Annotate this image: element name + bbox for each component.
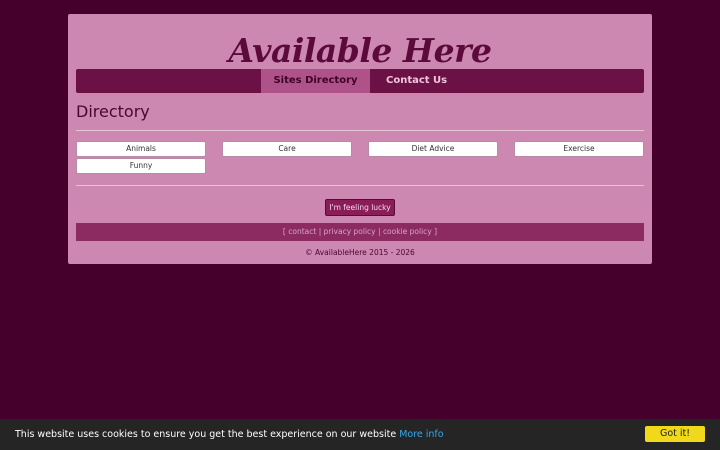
separator: |	[378, 227, 381, 236]
bracket-close: ]	[434, 227, 438, 236]
separator: |	[318, 227, 322, 236]
nav-item-contact-us[interactable]: Contact Us	[370, 69, 460, 93]
footer-link-cookie-policy[interactable]: cookie policy	[383, 227, 432, 236]
copyright: © AvailableHere 2015 - 2026	[305, 248, 415, 257]
cookie-message: This website uses cookies to ensure you …	[15, 429, 397, 440]
category-button-diet-advice[interactable]: Diet Advice	[368, 141, 498, 157]
cookie-accept-button[interactable]: Got it!	[645, 426, 705, 442]
main-panel: Available Here Sites Directory Contact U…	[68, 14, 652, 264]
footer-link-privacy-policy[interactable]: privacy policy	[324, 227, 376, 236]
footer-links: [ contact | privacy policy | cookie poli…	[76, 223, 644, 241]
feeling-lucky-button[interactable]: I'm feeling lucky	[325, 199, 395, 216]
bracket-open: [	[282, 227, 286, 236]
cookie-more-info-link[interactable]: More info	[399, 429, 443, 440]
cookie-banner: This website uses cookies to ensure you …	[0, 419, 720, 450]
nav-item-sites-directory[interactable]: Sites Directory	[261, 69, 370, 93]
page-heading: Directory	[76, 102, 150, 121]
category-button-care[interactable]: Care	[222, 141, 352, 157]
nav-bar: Sites Directory Contact Us	[76, 69, 644, 93]
footer-link-contact[interactable]: contact	[288, 227, 316, 236]
category-button-funny[interactable]: Funny	[76, 158, 206, 174]
divider	[76, 130, 644, 131]
site-title: Available Here	[228, 31, 492, 70]
cookie-message-container: This website uses cookies to ensure you …	[15, 419, 444, 450]
category-button-exercise[interactable]: Exercise	[514, 141, 644, 157]
category-button-animals[interactable]: Animals	[76, 141, 206, 157]
divider	[76, 185, 644, 186]
